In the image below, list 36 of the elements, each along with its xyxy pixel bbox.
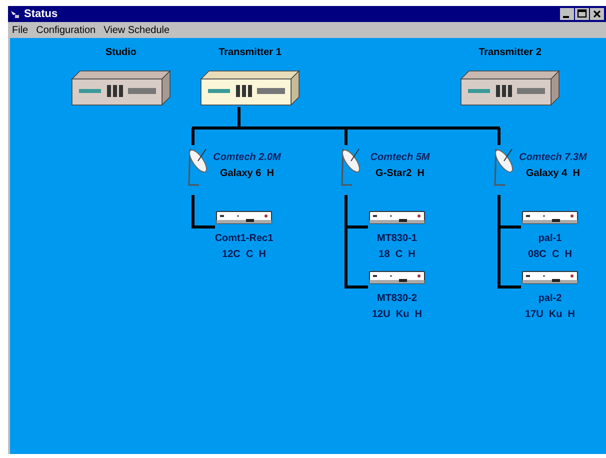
receiver-device-icon[interactable] [522,271,578,284]
receiver-device-icon[interactable] [522,211,578,224]
rack-device-icon[interactable] [200,70,300,106]
receiver-name: pal-2 [537,293,563,304]
receiver-name: MT830-2 [376,293,418,304]
close-button[interactable] [590,8,604,20]
window-title: Status [24,8,58,20]
minimize-button[interactable] [560,8,574,20]
receiver-name: pal-1 [537,233,563,244]
receiver-device-icon[interactable] [369,271,425,284]
maximize-button[interactable] [575,8,589,20]
receiver-name: Comt1-Rec1 [214,233,274,244]
site-label: Transmitter 1 [218,47,282,58]
antenna-label: Comtech 2.0M [212,152,282,163]
rack-device-icon[interactable] [71,70,171,106]
antenna-label: Comtech 5M [369,152,431,163]
receiver-info: 08C C H [527,249,573,260]
satellite-label: Galaxy 6 H [219,168,275,179]
menu-item[interactable]: Configuration [36,24,96,36]
receiver-device-icon[interactable] [369,211,425,224]
receiver-info: 18 C H [378,249,416,260]
window-icon [10,9,20,19]
receiver-info: 17U Ku H [524,309,576,320]
site-label: Transmitter 2 [478,47,542,58]
receiver-info: 12C C H [221,249,267,260]
receiver-device-icon[interactable] [216,211,272,224]
receiver-name: MT830-1 [376,233,418,244]
satellite-label: G-Star2 H [374,168,426,179]
menu-item[interactable]: File [12,24,28,36]
satellite-label: Galaxy 4 H [525,168,581,179]
site-label: Studio [104,47,138,58]
connector-line [192,195,215,228]
rack-device-icon[interactable] [460,70,560,106]
receiver-info: 12U Ku H [370,309,423,320]
menu-item[interactable]: View Schedule [104,24,170,36]
antenna-label: Comtech 7.3M [518,152,588,163]
